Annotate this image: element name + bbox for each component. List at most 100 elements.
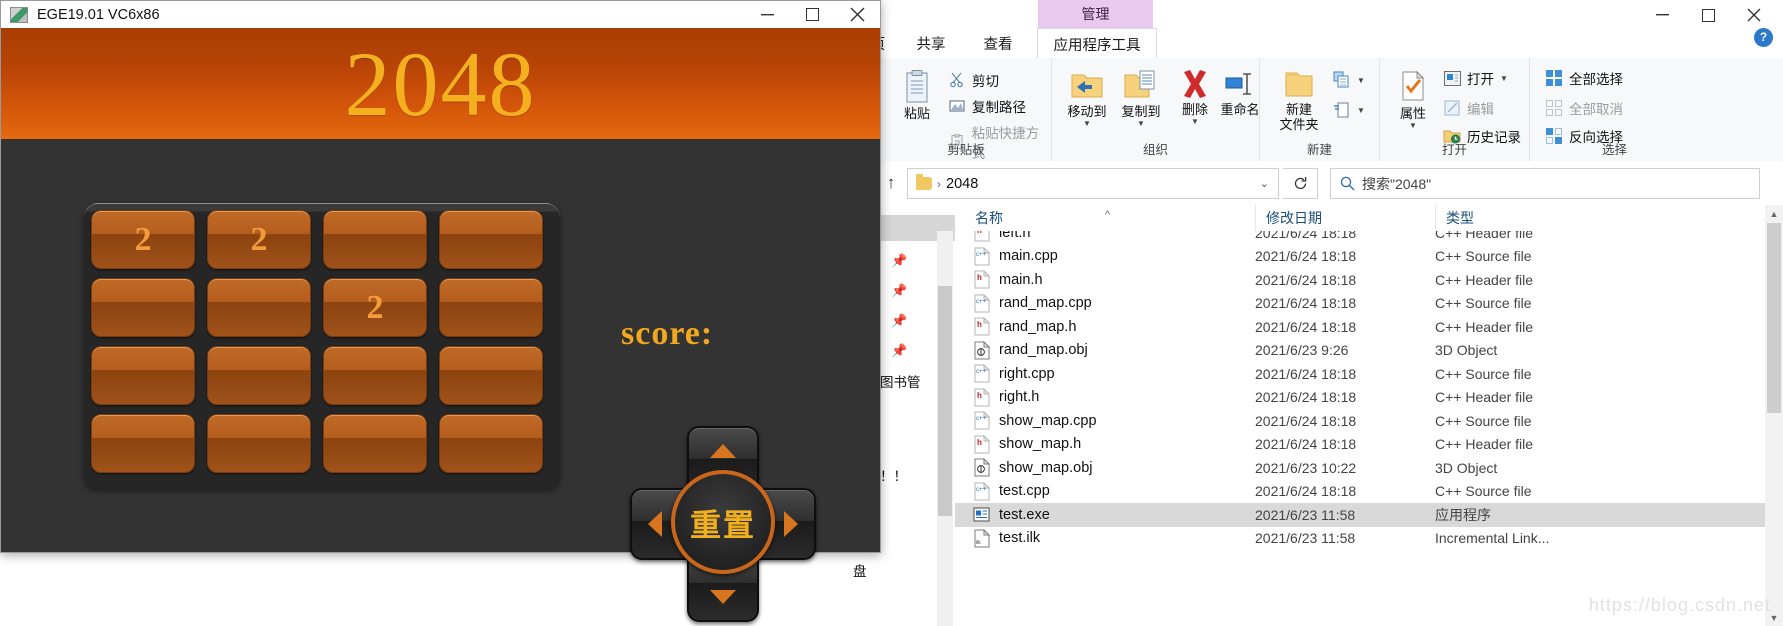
explorer-maximize-button[interactable] — [1685, 0, 1731, 30]
file-type: C++ Source file — [1435, 412, 1532, 429]
file-name: right.cpp — [999, 365, 1055, 382]
select-none-button[interactable]: 全部取消 — [1544, 98, 1623, 118]
search-box[interactable]: 搜索"2048" — [1330, 168, 1760, 199]
pin-icon[interactable]: 📌 — [891, 313, 907, 329]
dpad-control: 重置 — [630, 426, 816, 626]
properties-button[interactable]: 属性 ▼ — [1388, 70, 1438, 130]
file-row[interactable]: test.exe 2021/6/23 11:58 应用程序 — [955, 503, 1765, 527]
tab-view[interactable]: 查看 — [970, 28, 1026, 58]
select-all-button[interactable]: 全部选择 — [1544, 68, 1623, 88]
easy-access-caret-icon[interactable]: ▼ — [1357, 106, 1365, 115]
file-row[interactable]: h rand_map.h 2021/6/24 18:18 C++ Header fil… — [955, 315, 1765, 339]
file-row[interactable]: c++ right.cpp 2021/6/24 18:18 C++ Source fi… — [955, 362, 1765, 386]
new-item-caret-icon[interactable]: ▼ — [1357, 76, 1365, 85]
cpp-file-icon: c++ — [973, 246, 990, 266]
file-row[interactable]: c++ show_map.cpp 2021/6/24 18:18 C++ Source… — [955, 409, 1765, 433]
navigate-up-icon[interactable]: ↑ — [879, 171, 903, 195]
file-row[interactable]: show_map.obj 2021/6/23 10:22 3D Object — [955, 456, 1765, 480]
search-input[interactable]: 搜索"2048" — [1362, 174, 1431, 194]
file-name: show_map.h — [999, 436, 1082, 453]
column-header-date[interactable]: 修改日期 — [1255, 205, 1322, 231]
new-folder-button-label: 新建 — [1285, 102, 1312, 117]
file-name: test.exe — [999, 506, 1050, 523]
pin-icon[interactable]: 📌 — [891, 253, 907, 269]
explorer-minimize-button[interactable] — [1639, 0, 1685, 30]
paste-button[interactable]: 粘贴 — [891, 70, 943, 121]
column-header-row: 名称 ^ 修改日期 类型 — [955, 205, 1783, 232]
pin-icon[interactable]: 📌 — [891, 343, 907, 359]
file-row[interactable]: h left.h 2021/6/24 18:18 C++ Header file — [955, 231, 1765, 245]
tab-application-tools[interactable]: 应用程序工具 — [1037, 28, 1157, 59]
move-to-caret-icon[interactable]: ▼ — [1083, 120, 1091, 128]
new-item-button[interactable]: ▼ — [1332, 70, 1365, 90]
game-minimize-button[interactable] — [745, 1, 790, 28]
arrow-down-icon — [710, 590, 736, 604]
game-tile — [439, 414, 543, 473]
game-maximize-button[interactable] — [790, 1, 835, 28]
file-modified-date: 2021/6/24 18:18 — [1255, 365, 1357, 382]
pin-icon[interactable]: 📌 — [891, 283, 907, 299]
file-row[interactable]: ilk test.ilk 2021/6/23 11:58 Incremental Li… — [955, 527, 1765, 551]
chevron-down-icon[interactable]: ⌄ — [1260, 177, 1269, 190]
ilk-file-icon: ilk — [973, 528, 990, 548]
file-row[interactable]: c++ test.cpp 2021/6/24 18:18 C++ Source fil… — [955, 480, 1765, 504]
file-row[interactable]: c++ main.cpp 2021/6/24 18:18 C++ Source fil… — [955, 245, 1765, 269]
file-type: 应用程序 — [1435, 506, 1491, 523]
copy-path-button[interactable]: 复制路径 — [947, 96, 1026, 116]
file-name: show_map.cpp — [999, 412, 1097, 429]
explorer-scrollbar[interactable]: ▲ ▼ — [1765, 205, 1783, 626]
game-tile — [439, 278, 543, 337]
column-header-name[interactable]: 名称 — [975, 205, 1003, 231]
file-row[interactable]: c++ rand_map.cpp 2021/6/24 18:18 C++ Source… — [955, 292, 1765, 316]
file-type: C++ Header file — [1435, 231, 1534, 241]
tab-share[interactable]: 共享 — [903, 28, 959, 58]
game-titlebar: EGE19.01 VC6x86 — [1, 1, 880, 28]
reset-button[interactable]: 重置 — [671, 470, 775, 574]
select-none-button-label: 全部取消 — [1569, 102, 1623, 117]
easy-access-button[interactable]: ▼ — [1332, 100, 1365, 120]
obj-file-icon — [973, 340, 990, 360]
reset-button-label: 重置 — [690, 507, 756, 543]
open-button[interactable]: 打开 ▼ — [1442, 68, 1508, 88]
explorer-window-controls — [1639, 0, 1777, 30]
explorer-close-button[interactable] — [1731, 0, 1777, 30]
file-modified-date: 2021/6/24 18:18 — [1255, 389, 1357, 406]
file-row[interactable]: h show_map.h 2021/6/24 18:18 C++ Header fil… — [955, 433, 1765, 457]
cut-button[interactable]: 剪切 — [947, 70, 999, 90]
file-row[interactable]: h main.h 2021/6/24 18:18 C++ Header file — [955, 268, 1765, 292]
file-list-scrollbar[interactable] — [937, 231, 953, 626]
properties-caret-icon[interactable]: ▼ — [1409, 122, 1417, 130]
address-bar-row: ↑ › 2048 ⌄ 搜索"2048" — [845, 161, 1783, 205]
h-file-icon: h — [973, 231, 990, 242]
new-folder-button[interactable]: 新建 文件夹 — [1270, 68, 1328, 132]
file-type: C++ Source file — [1435, 295, 1532, 312]
contextual-tab-manage[interactable]: 管理 — [1038, 0, 1153, 28]
arrow-right-icon — [784, 511, 798, 537]
copy-to-caret-icon[interactable]: ▼ — [1137, 120, 1145, 128]
nav-item-5[interactable]: 盘 — [853, 560, 867, 580]
file-list-scrollbar-thumb[interactable] — [938, 286, 952, 516]
select-all-button-label: 全部选择 — [1569, 72, 1623, 87]
ribbon-tab-strip: 页 共享 查看 应用程序工具 — [845, 28, 1783, 59]
game-close-button[interactable] — [835, 1, 880, 28]
svg-text:h: h — [977, 231, 982, 235]
refresh-button[interactable] — [1283, 168, 1318, 199]
explorer-scrollbar-thumb[interactable] — [1767, 223, 1781, 413]
address-bar[interactable]: › 2048 ⌄ — [907, 168, 1279, 199]
delete-caret-icon[interactable]: ▼ — [1191, 118, 1199, 126]
file-name: test.ilk — [999, 530, 1041, 547]
file-row[interactable]: h right.h 2021/6/24 18:18 C++ Header file — [955, 386, 1765, 410]
arrow-up-icon — [710, 444, 736, 458]
scroll-up-icon[interactable]: ▲ — [1765, 205, 1783, 222]
open-caret-icon[interactable]: ▼ — [1500, 74, 1508, 83]
file-type: 3D Object — [1435, 459, 1498, 476]
svg-text:ilk: ilk — [976, 540, 981, 546]
easy-access-icon — [1332, 100, 1352, 120]
copy-to-button[interactable]: 复制到 ▼ — [1114, 68, 1168, 128]
file-row[interactable]: rand_map.obj 2021/6/23 9:26 3D Object — [955, 339, 1765, 363]
move-to-button[interactable]: 移动到 ▼ — [1060, 68, 1114, 128]
column-header-type[interactable]: 类型 — [1435, 205, 1474, 231]
edit-button[interactable]: 编辑 — [1442, 98, 1494, 118]
help-icon[interactable]: ? — [1754, 28, 1773, 47]
breadcrumb-path[interactable]: 2048 — [946, 176, 978, 192]
